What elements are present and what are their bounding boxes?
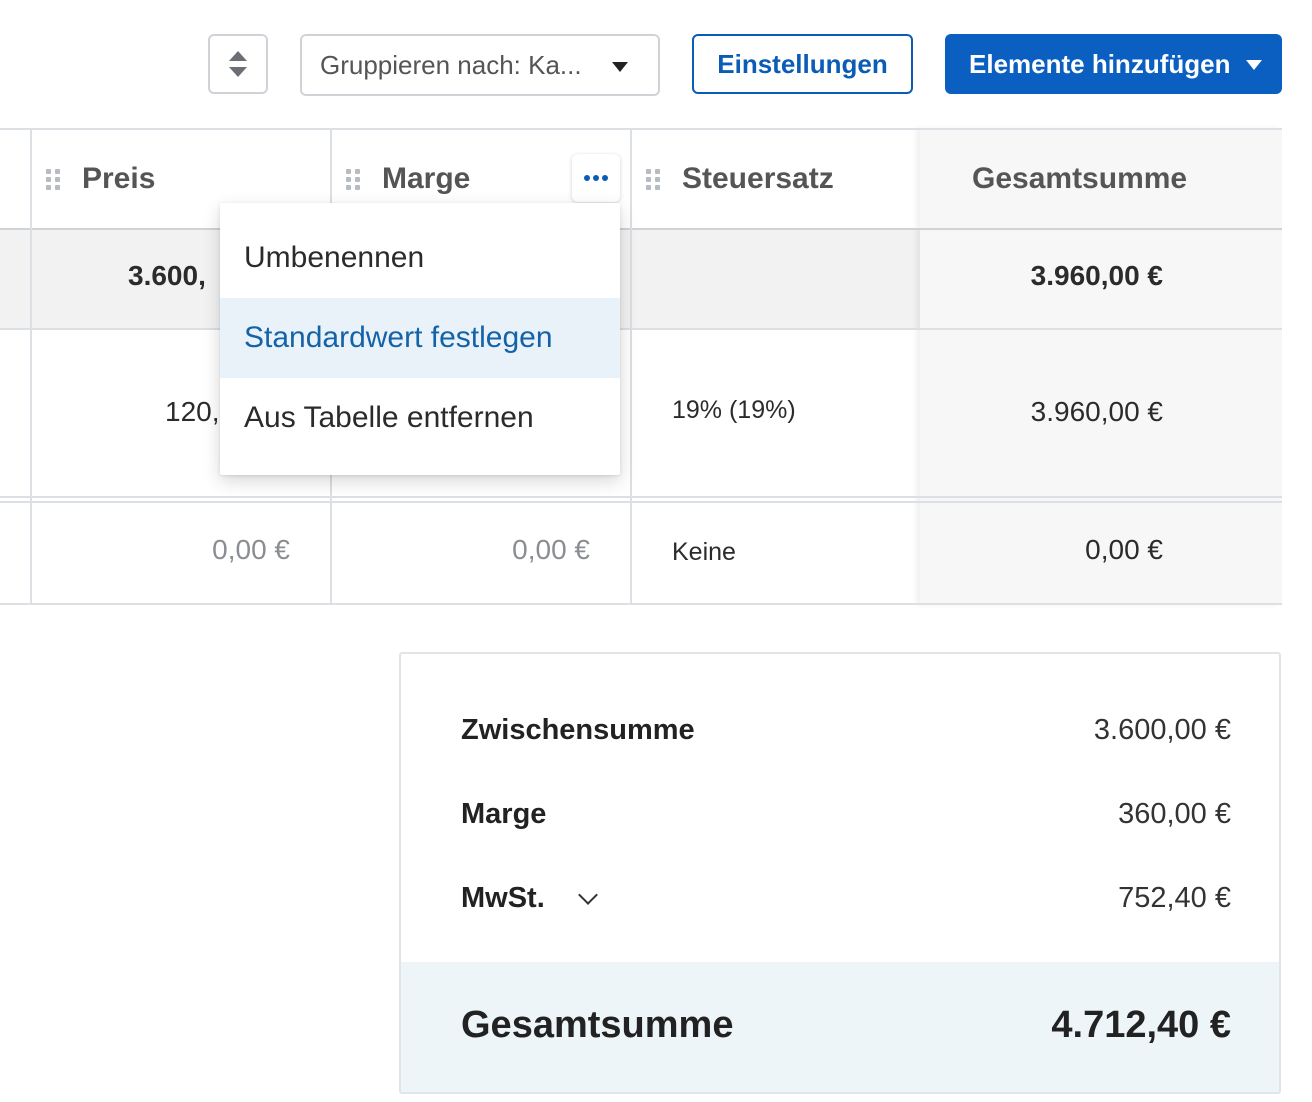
- column-header-label: Steuersatz: [682, 162, 834, 195]
- settings-button[interactable]: Einstellungen: [692, 34, 913, 94]
- item-row-price[interactable]: 120,: [165, 396, 220, 428]
- grand-total-row: Gesamtsumme 4.712,40 €: [461, 1004, 1231, 1047]
- grand-total-value: 4.712,40 €: [1051, 1004, 1231, 1046]
- caret-down-icon: [612, 62, 628, 72]
- empty-row-margin[interactable]: 0,00 €: [512, 534, 590, 566]
- group-row-total: 3.960,00 €: [1030, 260, 1163, 291]
- empty-row-price[interactable]: 0,00 €: [212, 534, 290, 566]
- group-row-price: 3.600,: [128, 260, 206, 291]
- column-options-menu: Umbenennen Standardwert festlegen Aus Ta…: [220, 203, 620, 475]
- empty-row-tax-rate[interactable]: Keine: [672, 538, 736, 567]
- margin-value: 360,00 €: [1118, 798, 1231, 830]
- column-header-price[interactable]: Preis: [46, 130, 155, 228]
- column-header-label: Marge: [382, 162, 471, 195]
- column-header-label: Preis: [82, 162, 156, 195]
- subtotal-row: Zwischensumme 3.600,00 €: [461, 714, 1231, 747]
- chevron-down-icon[interactable]: [577, 884, 598, 905]
- drag-handle-icon[interactable]: [646, 168, 660, 190]
- item-row-tax-rate[interactable]: 19% (19%): [672, 396, 796, 425]
- column-options-button[interactable]: [572, 154, 620, 202]
- line-items-table: Preis Marge Steuersatz Gesamtsumme 3.600…: [0, 128, 1282, 605]
- empty-row-total: 0,00 €: [1085, 534, 1163, 565]
- column-divider: [30, 128, 32, 228]
- vat-row: MwSt. 752,40 €: [461, 882, 1231, 915]
- grand-total-label: Gesamtsumme: [461, 1004, 734, 1046]
- totals-summary: Zwischensumme 3.600,00 € Marge 360,00 € …: [399, 652, 1281, 1094]
- margin-row: Marge 360,00 €: [461, 798, 1231, 831]
- menu-item-remove-from-table[interactable]: Aus Tabelle entfernen: [220, 378, 620, 458]
- grand-total-section: Gesamtsumme 4.712,40 €: [401, 962, 1279, 1092]
- column-divider: [630, 228, 632, 603]
- table-divider: [0, 228, 1282, 230]
- item-row-total: 3.960,00 €: [1030, 396, 1163, 427]
- caret-down-icon: [1246, 60, 1262, 70]
- column-divider: [630, 128, 632, 228]
- add-items-button[interactable]: Elemente hinzufügen: [945, 34, 1282, 94]
- drag-handle-icon[interactable]: [346, 168, 360, 190]
- subtotal-label: Zwischensumme: [461, 714, 695, 746]
- vat-value: 752,40 €: [1118, 882, 1231, 914]
- vat-label: MwSt.: [461, 882, 545, 914]
- table-divider: [0, 501, 1282, 503]
- column-header-tax-rate[interactable]: Steuersatz: [646, 130, 834, 228]
- table-divider: [0, 496, 1282, 498]
- sort-up-icon: [229, 51, 247, 61]
- sort-button[interactable]: [208, 34, 268, 94]
- column-header-label: Gesamtsumme: [972, 162, 1188, 195]
- menu-item-set-default[interactable]: Standardwert festlegen: [220, 298, 620, 378]
- add-items-label: Elemente hinzufügen: [969, 48, 1231, 79]
- drag-handle-icon[interactable]: [46, 168, 60, 190]
- menu-item-rename[interactable]: Umbenennen: [220, 218, 620, 298]
- vat-toggle[interactable]: MwSt.: [461, 882, 598, 915]
- column-divider: [30, 228, 32, 603]
- group-by-select[interactable]: Gruppieren nach: Ka...: [300, 34, 660, 96]
- subtotal-value: 3.600,00 €: [1093, 714, 1231, 746]
- margin-label: Marge: [461, 798, 547, 830]
- group-by-value: Gruppieren nach: Ka...: [320, 49, 582, 80]
- table-divider: [0, 328, 1282, 330]
- column-header-total: Gesamtsumme: [972, 130, 1187, 228]
- sort-down-icon: [229, 67, 247, 77]
- table-divider: [0, 603, 1282, 605]
- more-icon: [584, 175, 590, 181]
